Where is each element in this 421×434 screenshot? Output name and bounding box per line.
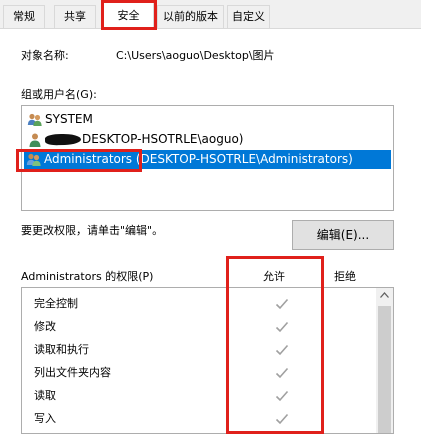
allow-column-header: 允许 [263, 270, 285, 283]
permissions-scrollbar[interactable] [376, 288, 393, 433]
user-name: SYSTEM [45, 112, 93, 126]
allow-check-icon [275, 367, 289, 379]
users-listbox[interactable]: SYSTEM DESKTOP-HSOTRLE\aoguo) Administra… [21, 105, 394, 211]
scroll-up-arrow-icon[interactable] [380, 292, 389, 298]
tab-strip: 常规 共享 安全 以前的版本 自定义 [0, 0, 421, 29]
permissions-list: 完全控制 修改 读取和执行 列出文件夹内容 读取 写入 [21, 287, 394, 434]
user-icon [27, 132, 43, 148]
tab-security[interactable]: 安全 [103, 2, 154, 29]
permission-row: 完全控制 [34, 293, 374, 315]
allow-check-icon [275, 344, 289, 356]
change-permissions-hint: 要更改权限，请单击"编辑"。 [21, 224, 164, 237]
user-name: DESKTOP-HSOTRLE\aoguo) [82, 132, 244, 146]
edit-button[interactable]: 编辑(E)... [292, 220, 394, 250]
security-panel: 对象名称: C:\Users\aoguo\Desktop\图片 组或用户名(G)… [0, 29, 421, 434]
tab-customize[interactable]: 自定义 [227, 5, 270, 28]
scroll-thumb[interactable] [378, 306, 391, 433]
list-item-administrators[interactable]: Administrators (DESKTOP-HSOTRLE\Administ… [24, 150, 391, 169]
object-name-label: 对象名称: [21, 49, 69, 62]
allow-check-icon [275, 390, 289, 402]
permission-row: 读取和执行 [34, 339, 374, 361]
tab-general[interactable]: 常规 [3, 5, 45, 28]
allow-check-icon [275, 413, 289, 425]
tab-sharing[interactable]: 共享 [54, 5, 96, 28]
redacted-name-mark [44, 133, 82, 146]
users-group-icon [27, 112, 43, 128]
permission-row: 修改 [34, 316, 374, 338]
permissions-title: Administrators 的权限(P) [21, 270, 154, 283]
permission-name: 写入 [34, 412, 56, 425]
permission-name: 读取 [34, 389, 56, 402]
allow-check-icon [275, 298, 289, 310]
object-name-value: C:\Users\aoguo\Desktop\图片 [116, 49, 275, 62]
allow-check-icon [275, 321, 289, 333]
deny-column-header: 拒绝 [334, 270, 356, 283]
permission-row: 列出文件夹内容 [34, 362, 374, 384]
users-group-icon [26, 152, 42, 168]
list-item-system[interactable]: SYSTEM [25, 110, 93, 129]
permission-name: 读取和执行 [34, 343, 89, 356]
permission-name: 修改 [34, 320, 56, 333]
list-item-aoguo[interactable]: DESKTOP-HSOTRLE\aoguo) [25, 130, 243, 149]
permission-name: 完全控制 [34, 297, 78, 310]
tab-previous-versions[interactable]: 以前的版本 [157, 5, 224, 28]
permission-name: 列出文件夹内容 [34, 366, 111, 379]
group-users-label: 组或用户名(G): [21, 88, 97, 101]
permission-row: 读取 [34, 385, 374, 407]
permission-row: 写入 [34, 408, 374, 430]
user-name: Administrators (DESKTOP-HSOTRLE\Administ… [44, 152, 353, 166]
